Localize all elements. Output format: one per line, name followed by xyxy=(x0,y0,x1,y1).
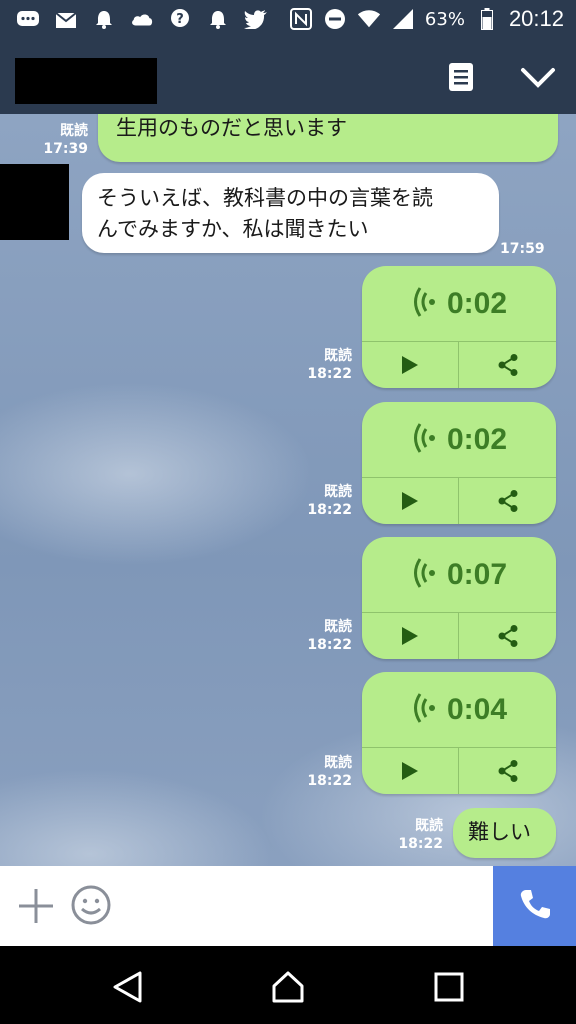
read-label: 既読 xyxy=(324,348,352,364)
share-button[interactable] xyxy=(459,613,556,659)
read-receipt: 既読 18:22 xyxy=(292,754,352,790)
battery-icon xyxy=(475,8,499,30)
message-time: 18:22 xyxy=(307,773,352,789)
svg-text:?: ? xyxy=(176,12,184,27)
message-bubble-outgoing[interactable]: あ、これは大学のWebサイトです。学 生用のものだと思います xyxy=(98,114,558,162)
message-time: 18:22 xyxy=(398,836,443,852)
message-time: 18:22 xyxy=(307,637,352,653)
chevron-down-icon[interactable] xyxy=(520,64,556,92)
read-label: 既読 xyxy=(324,484,352,500)
alarm-icon xyxy=(206,8,230,30)
play-button[interactable] xyxy=(362,613,459,659)
read-label: 既読 xyxy=(60,123,88,139)
alarm-icon xyxy=(92,8,116,30)
read-receipt: 既読 18:22 xyxy=(383,817,443,853)
voice-message[interactable]: 0:04 xyxy=(362,672,556,794)
share-button[interactable] xyxy=(459,342,556,388)
voice-duration: 0:02 xyxy=(446,286,508,320)
read-receipt: 既読 18:22 xyxy=(292,618,352,654)
play-button[interactable] xyxy=(362,478,459,524)
navigation-bar xyxy=(0,946,576,1024)
voice-duration: 0:02 xyxy=(446,422,508,456)
read-label: 既読 xyxy=(324,755,352,771)
sound-wave-icon xyxy=(411,285,437,323)
notes-icon[interactable] xyxy=(447,62,475,92)
emoji-icon[interactable] xyxy=(70,884,112,926)
redacted-contact-name xyxy=(15,58,157,104)
voice-message[interactable]: 0:07 xyxy=(362,537,556,659)
twitter-icon xyxy=(244,8,268,30)
voice-message[interactable]: 0:02 xyxy=(362,266,556,388)
recent-apps-icon[interactable] xyxy=(432,970,466,1004)
share-button[interactable] xyxy=(459,478,556,524)
message-text: あ、これは大学のWebサイトです。学 生用のものだと思います xyxy=(116,116,347,140)
read-receipt: 既読 17:39 xyxy=(30,122,88,158)
nfc-icon xyxy=(289,8,313,30)
sound-wave-icon xyxy=(411,421,437,459)
chat-area[interactable]: あ、これは大学のWebサイトです。学 生用のものだと思います 既読 17:39 … xyxy=(0,114,576,866)
clock: 20:12 xyxy=(508,6,564,31)
voice-message[interactable]: 0:02 xyxy=(362,402,556,524)
mail-icon xyxy=(54,8,78,30)
help-bubble-icon: ? xyxy=(168,8,192,30)
message-time: 18:22 xyxy=(307,502,352,518)
back-icon[interactable] xyxy=(111,970,145,1004)
sound-wave-icon xyxy=(411,691,437,729)
wifi-icon xyxy=(357,8,381,30)
phone-icon xyxy=(518,887,552,925)
message-time: 18:22 xyxy=(307,366,352,382)
read-receipt: 既読 18:22 xyxy=(292,347,352,383)
message-text: そういえば、教科書の中の言葉を読 んでみますか、私は聞きたい xyxy=(97,186,433,241)
cloud-icon xyxy=(130,8,154,30)
share-button[interactable] xyxy=(459,748,556,794)
message-bubble-incoming[interactable]: そういえば、教科書の中の言葉を読 んでみますか、私は聞きたい xyxy=(82,173,499,253)
play-button[interactable] xyxy=(362,748,459,794)
signal-icon xyxy=(391,8,415,30)
avatar[interactable] xyxy=(0,164,69,240)
chat-bubble-icon xyxy=(16,8,40,30)
call-button[interactable] xyxy=(493,866,576,946)
read-receipt: 既読 18:22 xyxy=(292,483,352,519)
sound-wave-icon xyxy=(411,556,437,594)
status-bar: ? 63% 20:12 xyxy=(0,0,576,38)
voice-duration: 0:04 xyxy=(446,692,508,726)
message-text: 難しい xyxy=(468,820,531,844)
play-button[interactable] xyxy=(362,342,459,388)
voice-duration: 0:07 xyxy=(446,557,508,591)
home-icon[interactable] xyxy=(271,970,305,1004)
message-bubble-outgoing[interactable]: 難しい xyxy=(453,808,556,858)
chat-header xyxy=(0,38,576,122)
read-label: 既読 xyxy=(324,619,352,635)
message-time: 17:39 xyxy=(43,141,88,157)
battery-percent: 63% xyxy=(424,8,465,30)
read-label: 既読 xyxy=(415,818,443,834)
message-time: 17:59 xyxy=(500,241,545,257)
do-not-disturb-icon xyxy=(323,8,347,30)
plus-icon[interactable] xyxy=(16,886,56,926)
message-input-bar xyxy=(0,866,576,946)
